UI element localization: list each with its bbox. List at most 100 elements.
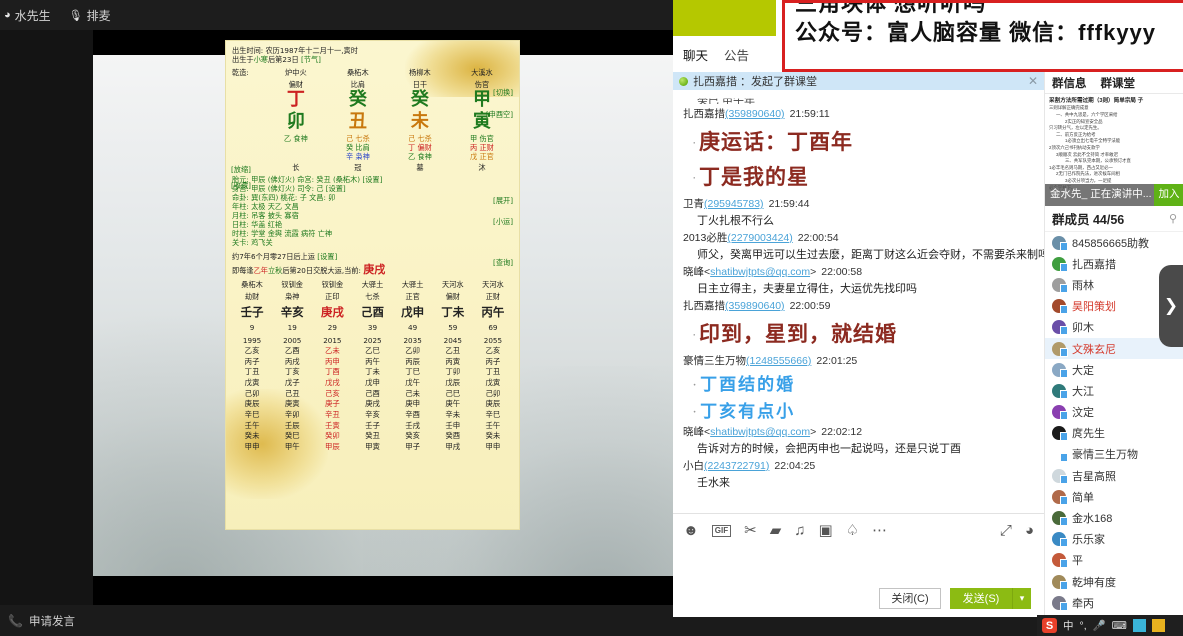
message-sender-uid[interactable]: (359890640)	[725, 300, 785, 312]
flow-year-cell[interactable]: 丙子	[473, 357, 513, 368]
image-icon[interactable]: ▣	[819, 523, 833, 538]
member-list-item[interactable]: 乾坤有度	[1045, 571, 1183, 592]
tab-announcement[interactable]: 公告	[724, 45, 749, 64]
flow-year-cell[interactable]: 己巳	[433, 389, 473, 400]
flow-year-cell[interactable]: 癸丑	[352, 431, 392, 442]
join-class-button[interactable]: 加入	[1154, 184, 1183, 206]
toolbar-queue-mic[interactable]: 🎙 排麦	[69, 7, 111, 24]
message-sender-name[interactable]: 扎西嘉措	[683, 300, 725, 312]
message-sender-uid[interactable]: (359890640)	[725, 108, 785, 120]
flow-year-cell[interactable]: 辛丑	[312, 410, 352, 421]
expand-icon[interactable]: ⤢	[1000, 523, 1012, 538]
member-list-item[interactable]: 845856665助教	[1045, 232, 1183, 253]
flow-year-cell[interactable]: 乙丑	[433, 346, 473, 357]
flow-year-cell[interactable]: 丁卯	[433, 367, 473, 378]
sogou-logo-icon[interactable]: S	[1042, 618, 1057, 633]
flow-year-cell[interactable]: 丁丑	[473, 367, 513, 378]
flow-year-cell[interactable]: 丁丑	[232, 367, 272, 378]
message-sender-uid[interactable]: shatibwjtpts@qq.com	[710, 426, 810, 438]
luck-pillar-5[interactable]: 丁未	[441, 305, 464, 319]
message-sender-name[interactable]: 小白	[683, 460, 704, 472]
member-list-item[interactable]: 金水168	[1045, 507, 1183, 528]
flow-year-cell[interactable]: 乙亥	[232, 346, 272, 357]
flow-year-cell[interactable]: 戊子	[272, 378, 312, 389]
flow-year-cell[interactable]: 丙戌	[272, 357, 312, 368]
ime-punctuation-icon[interactable]: °,	[1080, 620, 1087, 632]
add-member-icon[interactable]: ⚲	[1169, 212, 1177, 225]
message-sender-uid[interactable]: (295945783)	[704, 198, 764, 210]
flow-year-cell[interactable]: 庚辰	[232, 399, 272, 410]
member-list-item[interactable]: 豪情三生万物	[1045, 444, 1183, 465]
flow-year-cell[interactable]: 甲午	[272, 442, 312, 453]
ime-skin-icon[interactable]	[1132, 619, 1146, 632]
tab-chat[interactable]: 聊天	[683, 45, 708, 64]
flow-year-cell[interactable]: 己卯	[473, 389, 513, 400]
live-speaker-bar[interactable]: 金水先_ 正在演讲中... 加入	[1045, 184, 1183, 206]
message-sender-name[interactable]: 豪情三生万物	[683, 355, 746, 367]
flow-year-cell[interactable]: 戊寅	[232, 378, 272, 389]
flow-year-cell[interactable]: 己未	[393, 389, 433, 400]
flow-year-cell[interactable]: 丙午	[352, 357, 392, 368]
flow-year-cell[interactable]: 甲子	[393, 442, 433, 453]
flow-year-cell[interactable]: 乙亥	[473, 346, 513, 357]
tab-group-info[interactable]: 群信息	[1052, 75, 1087, 91]
flow-year-cell[interactable]: 辛未	[433, 410, 473, 421]
flow-year-cell[interactable]: 癸未	[232, 431, 272, 442]
flow-year-cell[interactable]: 癸亥	[393, 431, 433, 442]
flow-year-cell[interactable]: 癸酉	[433, 431, 473, 442]
message-sender-name[interactable]: 晓峰<	[683, 266, 710, 278]
flow-year-cell[interactable]: 壬寅	[312, 421, 352, 432]
panel-slide-handle[interactable]: ❯	[1159, 265, 1183, 347]
emoji-icon[interactable]: ☻	[683, 523, 699, 538]
message-sender-name[interactable]: 扎西嘉措	[683, 108, 725, 120]
chevron-down-icon[interactable]: ▾	[1012, 587, 1031, 609]
message-sender-name[interactable]: 2013必胜	[683, 232, 727, 244]
message-sender-name[interactable]: 卫青	[683, 198, 704, 210]
luck-pillar-3[interactable]: 己酉	[361, 305, 384, 319]
send-button[interactable]: 发送(S)	[950, 588, 1012, 609]
flow-year-cell[interactable]: 甲申	[473, 442, 513, 453]
luck-pillar-0[interactable]: 壬子	[241, 305, 264, 319]
music-icon[interactable]: ♫	[794, 523, 805, 538]
group-class-document-preview[interactable]: 采割方法所需过期（3则）简单宗局 ⼦ 三则详解正确完成意 一、共中九思是，六个学区…	[1045, 94, 1183, 206]
message-sender-uid[interactable]: (2243722791)	[704, 460, 769, 472]
message-sender-uid[interactable]: (2279003424)	[727, 232, 792, 244]
flow-year-cell[interactable]: 丙申	[312, 357, 352, 368]
flow-year-cell[interactable]: 戊申	[352, 378, 392, 389]
flow-year-cell[interactable]: 戊寅	[473, 378, 513, 389]
flow-year-cell[interactable]: 庚寅	[272, 399, 312, 410]
flow-year-cell[interactable]: 乙巳	[352, 346, 392, 357]
flow-year-cell[interactable]: 庚戌	[352, 399, 392, 410]
message-sender-uid[interactable]: (1248555666)	[746, 355, 811, 367]
flow-year-cell[interactable]: 丁巳	[393, 367, 433, 378]
member-list-item[interactable]: 大定	[1045, 359, 1183, 380]
flow-year-cell[interactable]: 壬申	[433, 421, 473, 432]
flow-year-cell[interactable]: 庚子	[312, 399, 352, 410]
solar-term-tag[interactable]: [节气]	[301, 55, 321, 64]
flow-year-cell[interactable]: 癸卯	[312, 431, 352, 442]
flow-year-cell[interactable]: 丙子	[232, 357, 272, 368]
tab-group-class[interactable]: 群课堂	[1101, 75, 1136, 91]
flow-year-cell[interactable]: 戊午	[393, 378, 433, 389]
more-icon[interactable]: ⋯	[872, 523, 887, 538]
flow-year-cell[interactable]: 戊戌	[312, 378, 352, 389]
flow-year-cell[interactable]: 乙卯	[393, 346, 433, 357]
member-list-item[interactable]: 吉星高照	[1045, 465, 1183, 486]
flow-year-cell[interactable]: 壬午	[473, 421, 513, 432]
flow-year-cell[interactable]: 庚辰	[473, 399, 513, 410]
flow-year-cell[interactable]: 己酉	[352, 389, 392, 400]
gif-icon[interactable]: GIF	[711, 524, 732, 537]
flow-year-cell[interactable]: 癸巳	[272, 431, 312, 442]
ime-toolbox-icon[interactable]	[1151, 619, 1165, 632]
flow-year-cell[interactable]: 壬子	[352, 421, 392, 432]
message-list[interactable]: 癸巳 甲午年 扎西嘉措(359890640) 21:59:11 ·庚运话：丁酉年 ·丁是…	[673, 90, 1044, 513]
flow-year-cell[interactable]: 庚申	[393, 399, 433, 410]
flow-year-cell[interactable]: 丁酉	[312, 367, 352, 378]
toolbar-user[interactable]: ◕ 水先生	[4, 7, 51, 24]
flow-year-cell[interactable]: 戊辰	[433, 378, 473, 389]
member-list-item[interactable]: 平	[1045, 550, 1183, 571]
flow-year-cell[interactable]: 丙辰	[393, 357, 433, 368]
flow-year-cell[interactable]: 癸未	[473, 431, 513, 442]
history-icon[interactable]: ◕	[1025, 523, 1034, 538]
request-speak-label[interactable]: 申请发言	[29, 613, 75, 629]
